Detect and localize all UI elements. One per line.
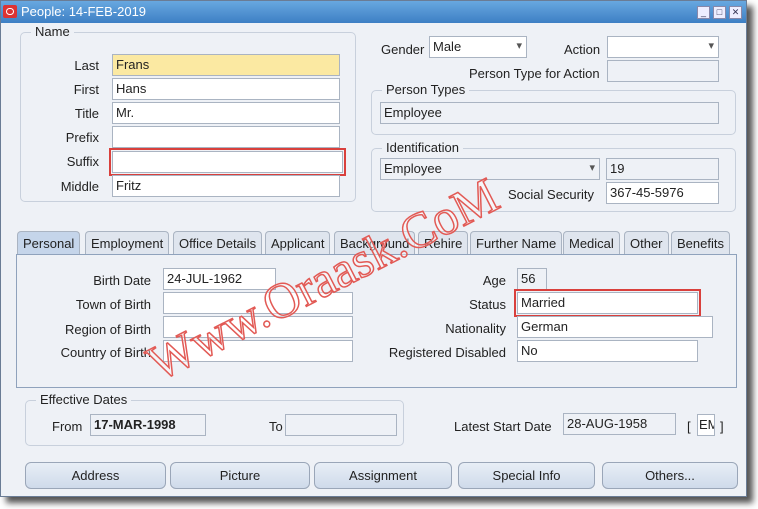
effective-dates-label: Effective Dates <box>36 392 132 407</box>
tab-benefits[interactable]: Benefits <box>671 231 730 254</box>
registered-disabled-label: Registered Disabled <box>388 345 506 360</box>
registered-disabled-field[interactable]: No <box>517 340 698 362</box>
region-of-birth-field[interactable] <box>163 316 353 338</box>
action-select[interactable] <box>607 36 719 58</box>
effective-to-field[interactable] <box>285 414 397 436</box>
birth-date-label: Birth Date <box>93 273 151 288</box>
tab-rehire[interactable]: Rehire <box>418 231 469 254</box>
tab-other[interactable]: Other <box>624 231 669 254</box>
tab-medical[interactable]: Medical <box>563 231 620 254</box>
town-of-birth-field[interactable] <box>163 292 353 314</box>
middle-name-field[interactable]: Fritz <box>112 175 340 197</box>
others-button[interactable]: Others... <box>602 462 738 489</box>
region-of-birth-label: Region of Birth <box>65 322 151 337</box>
title-bar: People: 14-FEB-2019 _ □ ✕ <box>1 1 746 23</box>
minimize-icon[interactable]: _ <box>697 6 710 19</box>
country-of-birth-field[interactable] <box>163 340 353 362</box>
assignment-button[interactable]: Assignment <box>314 462 452 489</box>
effective-from-field[interactable]: 17-MAR-1998 <box>90 414 206 436</box>
first-name-field[interactable]: Hans <box>112 78 340 100</box>
tab-background[interactable]: Background <box>334 231 416 254</box>
person-types-field[interactable]: Employee <box>380 102 719 124</box>
first-label: First <box>73 82 99 97</box>
oracle-logo-icon <box>3 5 17 18</box>
prefix-field[interactable] <box>112 126 340 148</box>
bracket-close: ] <box>720 419 724 434</box>
identification-label: Identification <box>382 140 463 155</box>
from-label: From <box>52 419 83 434</box>
to-label: To <box>269 419 283 434</box>
marital-status-field[interactable]: Married <box>514 289 701 317</box>
status-label: Status <box>469 297 506 312</box>
tab-applicant[interactable]: Applicant <box>265 231 331 254</box>
prefix-label: Prefix <box>65 130 99 145</box>
age-field: 56 <box>517 268 547 290</box>
age-label: Age <box>482 273 506 288</box>
country-of-birth-label: Country of Birth <box>60 345 151 360</box>
name-group-label: Name <box>31 24 74 39</box>
tab-employment[interactable]: Employment <box>85 231 170 254</box>
action-label: Action <box>564 42 601 57</box>
title-label: Title <box>74 106 99 121</box>
address-button[interactable]: Address <box>25 462 166 489</box>
social-security-field[interactable]: 367-45-5976 <box>606 182 719 204</box>
bracket-open: [ <box>687 419 691 434</box>
suffix-field[interactable] <box>109 148 346 176</box>
people-window: People: 14-FEB-2019 _ □ ✕ Name Last Fran… <box>0 0 747 497</box>
nationality-label: Nationality <box>445 321 506 336</box>
middle-label: Middle <box>60 179 99 194</box>
close-icon[interactable]: ✕ <box>729 6 742 19</box>
special-info-button[interactable]: Special Info <box>458 462 595 489</box>
last-name-field[interactable]: Frans <box>112 54 340 76</box>
identification-type-select[interactable]: Employee <box>380 158 600 180</box>
latest-start-date-field: 28-AUG-1958 <box>563 413 676 435</box>
tab-personal[interactable]: Personal <box>17 231 81 255</box>
person-type-for-action-field[interactable] <box>607 60 719 82</box>
last-label: Last <box>74 58 99 73</box>
suffix-label: Suffix <box>66 154 99 169</box>
person-types-label: Person Types <box>382 82 470 97</box>
latest-start-date-label: Latest Start Date <box>454 419 552 434</box>
social-security-label: Social Security <box>508 187 594 202</box>
gender-label: Gender <box>381 42 425 57</box>
tab-office-details[interactable]: Office Details <box>173 231 263 254</box>
birth-date-field[interactable]: 24-JUL-1962 <box>163 268 276 290</box>
window-title: People: 14-FEB-2019 <box>21 4 147 19</box>
maximize-icon[interactable]: □ <box>713 6 726 19</box>
title-field[interactable]: Mr. <box>112 102 340 124</box>
town-of-birth-label: Town of Birth <box>75 297 151 312</box>
tab-further-name[interactable]: Further Name <box>470 231 563 254</box>
employee-number-field[interactable]: 19 <box>606 158 719 180</box>
descriptive-flexfield[interactable]: EM <box>697 414 715 436</box>
nationality-field[interactable]: German <box>517 316 713 338</box>
gender-select[interactable]: Male <box>429 36 527 58</box>
person-type-for-action-label: Person Type for Action <box>469 66 600 81</box>
picture-button[interactable]: Picture <box>170 462 310 489</box>
